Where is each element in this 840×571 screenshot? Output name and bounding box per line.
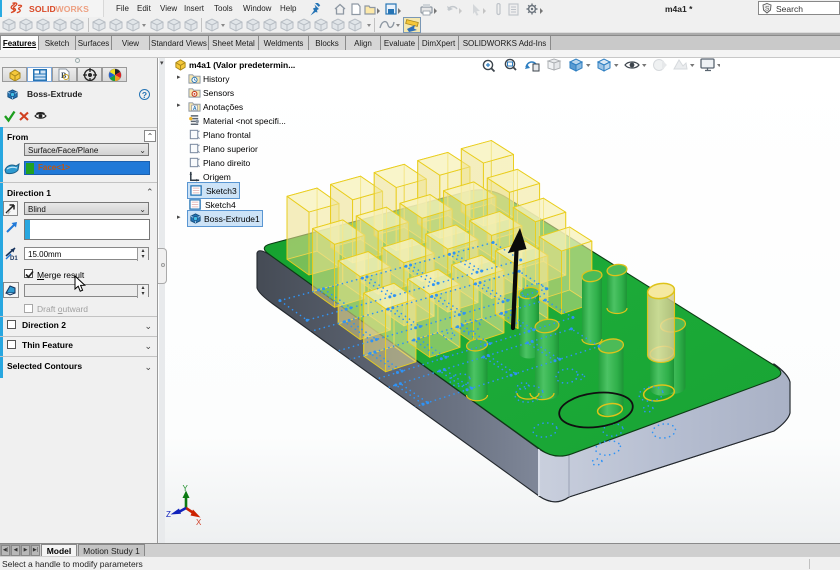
svg-text:Z: Z	[166, 510, 171, 519]
svg-text:SOLID: SOLID	[29, 4, 56, 14]
svg-text:A: A	[193, 106, 197, 112]
svg-text:X: X	[196, 518, 202, 527]
svg-text:S: S	[765, 6, 770, 13]
svg-text:WORKS: WORKS	[56, 4, 90, 14]
svg-text:D1: D1	[10, 256, 18, 261]
svg-text:Y: Y	[183, 484, 189, 493]
